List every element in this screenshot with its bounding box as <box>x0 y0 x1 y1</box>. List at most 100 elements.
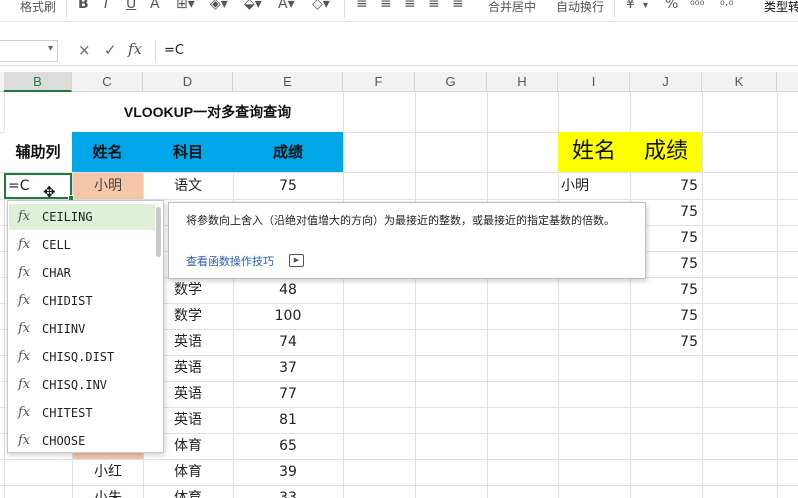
grid-line <box>343 92 344 498</box>
autocomplete-item[interactable]: fx CHAR <box>9 260 155 286</box>
lookup-score-cell[interactable]: 75 <box>630 329 702 355</box>
align-right-icon[interactable]: ≡ <box>404 0 416 12</box>
name-box[interactable]: ▾ <box>0 40 58 62</box>
toolbar-separator <box>344 0 345 18</box>
autocomplete-item[interactable]: fx CHISQ.INV <box>9 372 155 398</box>
col-header-h[interactable]: H <box>487 72 558 92</box>
font-color-icon[interactable]: A▾ <box>278 0 295 12</box>
autocomplete-item[interactable]: fx CHITEST <box>9 400 155 426</box>
grid-line <box>702 92 703 498</box>
italic-icon[interactable]: I <box>104 0 108 12</box>
name-cell[interactable]: 小明 <box>73 173 143 199</box>
autocomplete-item[interactable]: fx CELL <box>9 232 155 258</box>
type-convert-button[interactable]: 类型转 <box>764 0 798 15</box>
function-tips-link[interactable]: 查看函数操作技巧 <box>186 253 274 270</box>
autocomplete-scrollbar[interactable] <box>156 207 161 257</box>
function-icon: fx <box>18 209 31 224</box>
name-cell[interactable]: 小朱 <box>73 485 143 498</box>
col-header-d[interactable]: D <box>143 72 233 92</box>
merge-center-button[interactable]: 合并居中 <box>488 0 536 15</box>
align-left-icon[interactable]: ≡ <box>356 0 368 12</box>
clear-format-icon[interactable]: ◇▾ <box>312 0 330 12</box>
fill-color-icon[interactable]: ◈▾ <box>210 0 228 12</box>
header-name[interactable]: 姓名 <box>72 132 143 172</box>
col-header-b[interactable]: B <box>4 72 72 92</box>
col-header-g[interactable]: G <box>415 72 487 92</box>
highlight-icon[interactable]: ⬙▾ <box>244 0 262 12</box>
thousands-icon[interactable]: ⁰⁰⁰ <box>690 0 704 12</box>
score-cell[interactable]: 81 <box>233 407 343 433</box>
active-cell-b3[interactable]: =C <box>4 173 74 201</box>
toolbar-separator <box>66 0 67 18</box>
strikethrough-icon[interactable]: A <box>150 0 160 12</box>
col-header-e[interactable]: E <box>233 72 343 92</box>
subject-cell[interactable]: 语文 <box>143 173 233 199</box>
grid-line <box>777 92 778 498</box>
score-cell[interactable]: 39 <box>233 459 343 485</box>
chevron-down-icon[interactable]: ▾ <box>643 0 648 11</box>
subject-cell[interactable]: 体育 <box>143 459 233 485</box>
column-header-row: B C D E F G H I J K <box>0 72 798 92</box>
score-cell[interactable]: 74 <box>233 329 343 355</box>
play-video-icon[interactable]: ▶ <box>289 254 304 267</box>
lookup-header-score[interactable]: 成绩 <box>630 132 702 172</box>
format-painter-button[interactable]: 格式刷 <box>20 0 56 15</box>
col-header-i[interactable]: I <box>558 72 630 92</box>
score-cell[interactable]: 48 <box>233 277 343 303</box>
fx-icon[interactable]: fx <box>128 40 142 58</box>
function-description: 将参数向上舍入（沿绝对值增大的方向）为最接近的整数，或最接近的指定基数的倍数。 <box>186 214 615 227</box>
currency-button[interactable]: ¥ <box>626 0 635 12</box>
header-score[interactable]: 成绩 <box>233 132 343 172</box>
spreadsheet-app: 格式刷 B I U A ⊞▾ ◈▾ ⬙▾ A▾ ◇▾ ≡ ≡ ≡ ≡ ≡ 合并居… <box>0 0 798 498</box>
confirm-icon[interactable]: ✓ <box>104 41 117 59</box>
col-header-c[interactable]: C <box>72 72 143 92</box>
underline-icon[interactable]: U <box>126 0 136 12</box>
ribbon-toolbar: 格式刷 B I U A ⊞▾ ◈▾ ⬙▾ A▾ ◇▾ ≡ ≡ ≡ ≡ ≡ 合并居… <box>0 0 798 22</box>
cancel-icon[interactable]: × <box>78 41 91 59</box>
header-subject[interactable]: 科目 <box>143 132 233 172</box>
autocomplete-item[interactable]: fx CHOOSE <box>9 428 155 454</box>
autocomplete-item[interactable]: fx CHIINV <box>9 316 155 342</box>
autocomplete-item[interactable]: fx CHISQ.DIST <box>9 344 155 370</box>
lookup-score-cell[interactable]: 75 <box>630 277 702 303</box>
lookup-score-cell[interactable]: 75 <box>630 173 702 199</box>
lookup-score-cell[interactable]: 75 <box>630 303 702 329</box>
chevron-down-icon[interactable]: ▾ <box>48 43 53 54</box>
decimal-icon[interactable]: ⁰·⁰ <box>720 0 733 12</box>
header-helper-column[interactable]: 辅助列 <box>4 132 72 172</box>
lookup-name-cell[interactable]: 小明 <box>561 173 629 199</box>
lookup-header-name[interactable]: 姓名 <box>558 132 630 172</box>
justify-icon[interactable]: ≡ <box>428 0 440 12</box>
function-icon: fx <box>18 293 31 308</box>
grid-line <box>487 92 488 498</box>
function-autocomplete-list[interactable]: fx CEILING fx CELL fx CHAR fx CHIDIST fx CHII… <box>7 200 164 453</box>
col-header-k[interactable]: K <box>702 72 777 92</box>
score-cell[interactable]: 65 <box>233 433 343 459</box>
function-icon: fx <box>18 321 31 336</box>
function-icon: fx <box>18 405 31 420</box>
score-cell[interactable]: 33 <box>233 485 343 498</box>
subject-cell[interactable]: 体育 <box>143 485 233 498</box>
table-title: VLOOKUP一对多查询查询 <box>72 92 343 132</box>
formula-input[interactable]: =C <box>155 40 798 62</box>
autocomplete-item[interactable]: fx CHIDIST <box>9 288 155 314</box>
score-cell[interactable]: 100 <box>233 303 343 329</box>
function-icon: fx <box>18 265 31 280</box>
score-cell[interactable]: 75 <box>233 173 343 199</box>
name-cell[interactable]: 小红 <box>73 459 143 485</box>
border-icon[interactable]: ⊞▾ <box>176 0 195 12</box>
col-header-f[interactable]: F <box>343 72 415 92</box>
col-header-j[interactable]: J <box>630 72 702 92</box>
score-cell[interactable]: 37 <box>233 355 343 381</box>
function-icon: fx <box>18 349 31 364</box>
auto-wrap-button[interactable]: 自动换行 <box>556 0 604 15</box>
percent-button[interactable]: % <box>665 0 678 12</box>
score-cell[interactable]: 77 <box>233 381 343 407</box>
active-cell-text: =C <box>8 178 30 194</box>
autocomplete-item[interactable]: fx CEILING <box>9 204 155 230</box>
formula-bar: ▾ × ✓ fx =C <box>0 36 798 66</box>
distribute-icon[interactable]: ≡ <box>452 0 464 12</box>
align-center-icon[interactable]: ≡ <box>380 0 392 12</box>
bold-icon[interactable]: B <box>78 0 89 12</box>
function-icon: fx <box>18 237 31 252</box>
